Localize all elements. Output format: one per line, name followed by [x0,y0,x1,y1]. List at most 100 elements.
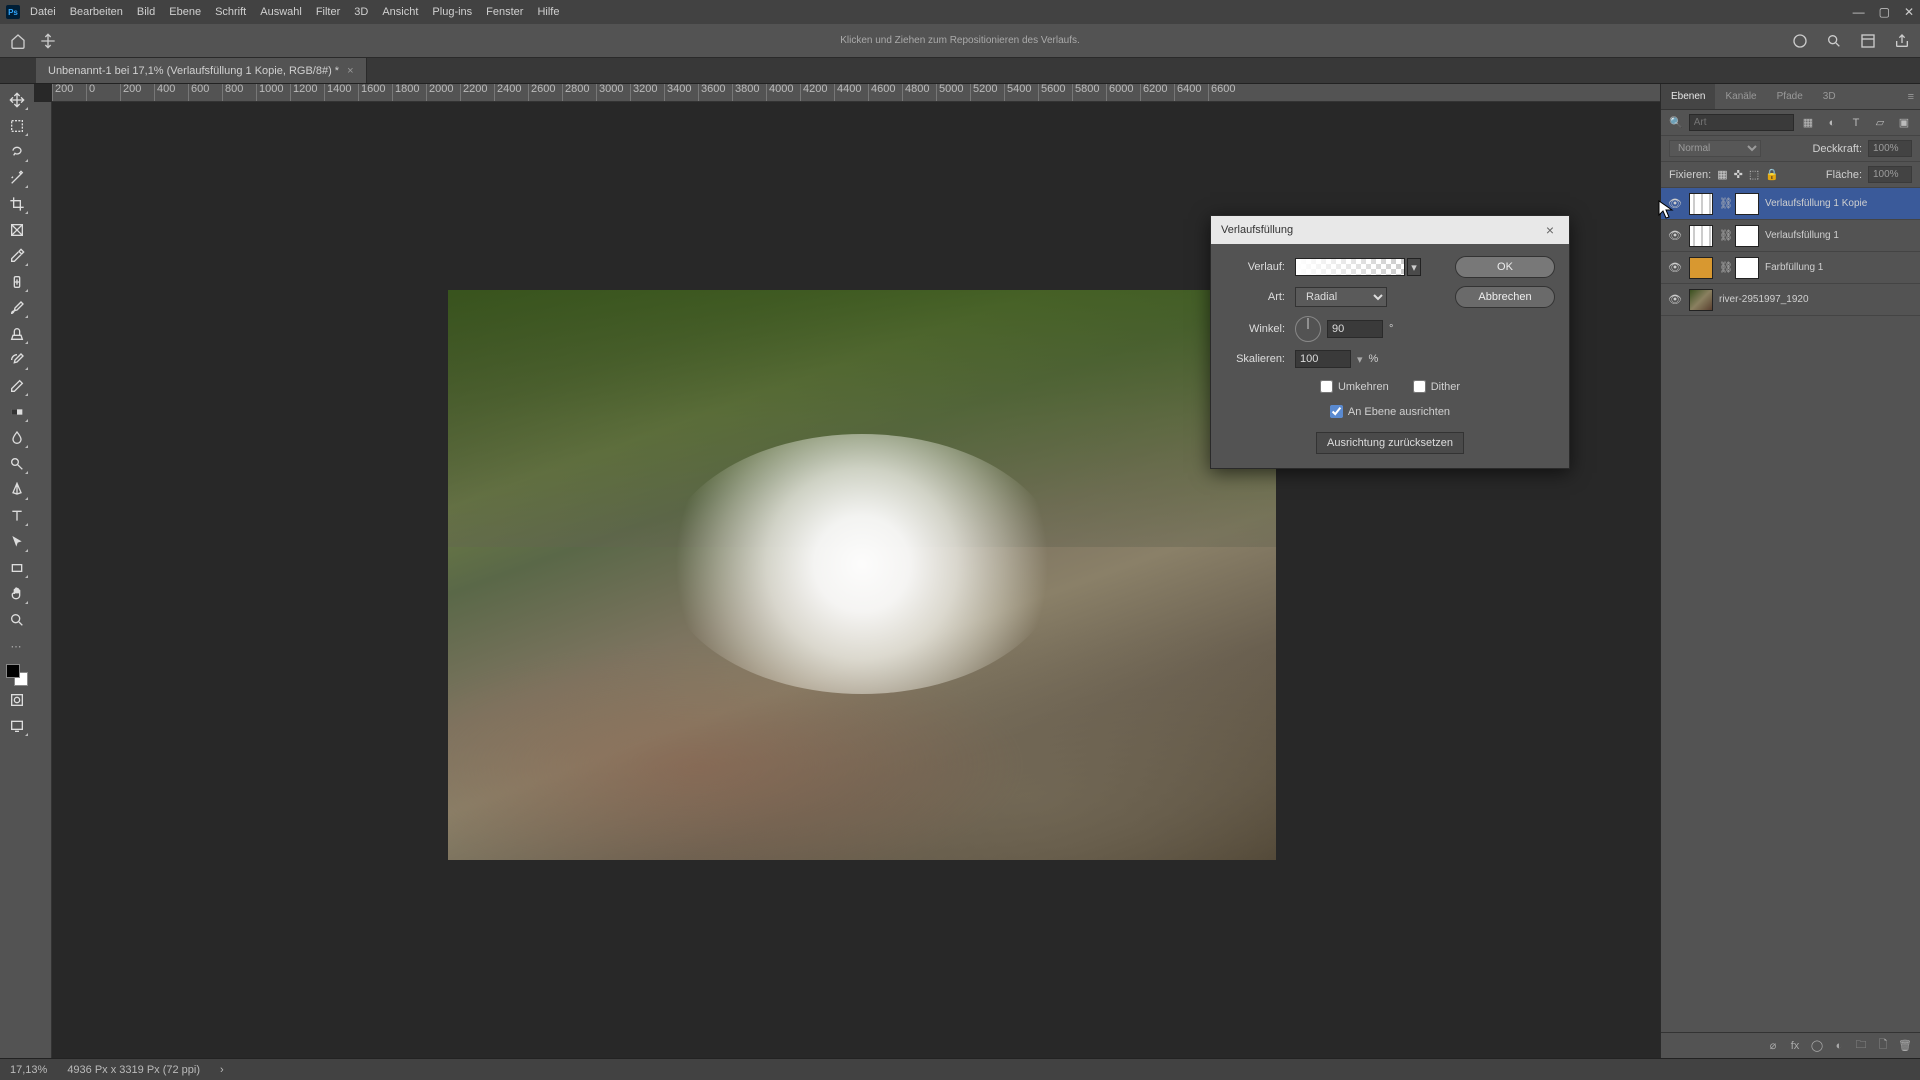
link-layers-icon[interactable]: ⌀ [1766,1039,1780,1053]
layer-row[interactable]: 👁⛓Farbfüllung 1 [1661,252,1920,284]
tab-ebenen[interactable]: Ebenen [1661,84,1715,109]
mask-thumbnail[interactable] [1735,225,1759,247]
status-arrow-icon[interactable]: › [220,1064,224,1076]
visibility-toggle[interactable]: 👁 [1667,261,1683,274]
marquee-tool[interactable] [4,114,30,138]
magic-wand-tool[interactable] [4,166,30,190]
maximize-button[interactable]: ▢ [1879,5,1890,19]
menu-bild[interactable]: Bild [137,6,155,18]
delete-layer-icon[interactable]: 🗑 [1898,1039,1912,1053]
menu-datei[interactable]: Datei [30,6,56,18]
lock-pixels-icon[interactable]: ▦ [1717,168,1727,181]
menu-schrift[interactable]: Schrift [215,6,246,18]
style-select[interactable]: Radial [1295,287,1387,307]
layer-row[interactable]: 👁 river-2951997_1920 [1661,284,1920,316]
lock-all-icon[interactable]: 🔒 [1765,168,1779,181]
filter-adjust-icon[interactable]: ◐ [1824,115,1840,131]
workspace-icon[interactable] [1860,33,1876,49]
search-icon[interactable] [1826,33,1842,49]
tab-3d[interactable]: 3D [1813,84,1846,109]
layer-name-label[interactable]: Verlaufsfüllung 1 Kopie [1765,198,1914,209]
blur-tool[interactable] [4,426,30,450]
visibility-toggle[interactable]: 👁 [1667,293,1683,306]
crop-tool[interactable] [4,192,30,216]
lock-artboard-icon[interactable]: ⬚ [1749,168,1759,181]
gradient-tool[interactable] [4,400,30,424]
menu-fenster[interactable]: Fenster [486,6,523,18]
align-checkbox[interactable]: An Ebene ausrichten [1330,405,1450,418]
ok-button[interactable]: OK [1455,256,1555,278]
clone-stamp-tool[interactable] [4,322,30,346]
path-selection-tool[interactable] [4,530,30,554]
filter-type-icon[interactable]: T [1848,115,1864,131]
menu-bearbeiten[interactable]: Bearbeiten [70,6,123,18]
layer-thumbnail[interactable] [1689,289,1713,311]
visibility-toggle[interactable]: 👁 [1667,229,1683,242]
menu-plugins[interactable]: Plug-ins [432,6,472,18]
lock-position-icon[interactable]: ✜ [1734,168,1743,181]
horizontal-ruler[interactable]: 2000200400600800100012001400160018002000… [52,84,1660,102]
new-layer-icon[interactable]: 🗋 [1876,1039,1890,1053]
search-icon[interactable]: 🔍 [1669,116,1683,129]
mask-thumbnail[interactable] [1735,193,1759,215]
mask-icon[interactable]: ◯ [1810,1039,1824,1053]
document-dimensions[interactable]: 4936 Px x 3319 Px (72 ppi) [67,1064,200,1076]
eraser-tool[interactable] [4,374,30,398]
history-brush-tool[interactable] [4,348,30,372]
filter-smart-icon[interactable]: ▣ [1896,115,1912,131]
screen-mode-button[interactable] [4,714,30,738]
close-tab-button[interactable]: × [347,65,353,77]
frame-tool[interactable] [4,218,30,242]
panel-menu-icon[interactable]: ≡ [1902,84,1920,109]
hand-tool[interactable] [4,582,30,606]
adjustment-icon[interactable]: ◐ [1832,1039,1846,1053]
tab-kanaele[interactable]: Kanäle [1715,84,1766,109]
mask-thumbnail[interactable] [1735,257,1759,279]
share-icon[interactable] [1894,33,1910,49]
dodge-tool[interactable] [4,452,30,476]
layer-thumbnail[interactable] [1689,225,1713,247]
layer-name-label[interactable]: river-2951997_1920 [1719,294,1914,305]
document-image[interactable] [448,290,1276,860]
close-window-button[interactable]: ✕ [1904,5,1914,19]
vertical-ruler[interactable] [34,102,52,1058]
move-tool-icon[interactable] [40,33,56,49]
dither-checkbox[interactable]: Dither [1413,380,1460,393]
fill-input[interactable] [1868,166,1912,183]
menu-ebene[interactable]: Ebene [169,6,201,18]
quick-mask-button[interactable] [4,688,30,712]
brush-tool[interactable] [4,296,30,320]
cancel-button[interactable]: Abbrechen [1455,286,1555,308]
lasso-tool[interactable] [4,140,30,164]
menu-hilfe[interactable]: Hilfe [537,6,559,18]
filter-shape-icon[interactable]: ▱ [1872,115,1888,131]
scale-dropdown-icon[interactable]: ▾ [1357,353,1363,366]
menu-3d[interactable]: 3D [354,6,368,18]
cloud-docs-icon[interactable] [1792,33,1808,49]
foreground-background-swatch[interactable] [6,664,28,686]
layer-row[interactable]: 👁⛓Verlaufsfüllung 1 [1661,220,1920,252]
zoom-tool[interactable] [4,608,30,632]
menu-auswahl[interactable]: Auswahl [260,6,302,18]
eyedropper-tool[interactable] [4,244,30,268]
scale-input[interactable] [1295,350,1351,368]
minimize-button[interactable]: — [1853,5,1865,19]
reverse-checkbox[interactable]: Umkehren [1320,380,1389,393]
rectangle-tool[interactable] [4,556,30,580]
tab-pfade[interactable]: Pfade [1767,84,1813,109]
zoom-level[interactable]: 17,13% [10,1064,47,1076]
edit-toolbar-button[interactable]: ⋯ [4,634,30,658]
angle-input[interactable] [1327,320,1383,338]
layer-name-label[interactable]: Farbfüllung 1 [1765,262,1914,273]
reset-alignment-button[interactable]: Ausrichtung zurücksetzen [1316,432,1464,454]
menu-filter[interactable]: Filter [316,6,340,18]
fx-icon[interactable]: fx [1788,1039,1802,1053]
angle-wheel[interactable] [1295,316,1321,342]
group-icon[interactable]: 🗀 [1854,1039,1868,1053]
visibility-toggle[interactable]: 👁 [1667,197,1683,210]
gradient-picker-dropdown[interactable]: ▾ [1407,258,1421,276]
gradient-preview-swatch[interactable] [1295,258,1405,276]
layer-row[interactable]: 👁⛓Verlaufsfüllung 1 Kopie [1661,188,1920,220]
layer-filter-input[interactable] [1689,114,1794,131]
filter-pixel-icon[interactable]: ▦ [1800,115,1816,131]
